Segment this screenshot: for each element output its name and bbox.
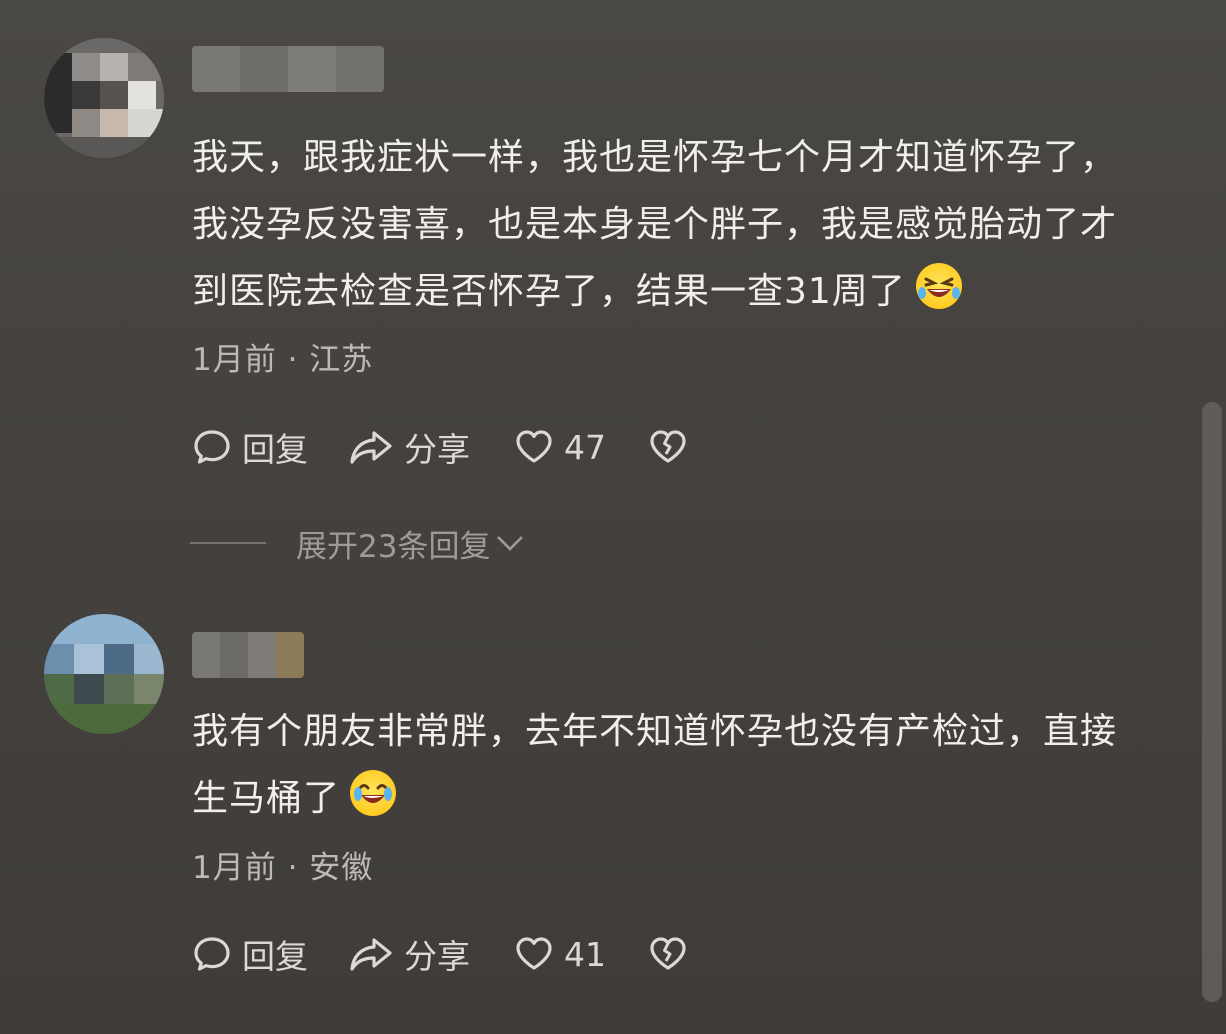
comment-text-line-content: 到医院去检查是否怀孕了，结果一查31周了	[192, 271, 906, 312]
comment-text-line: 我有个朋友非常胖，去年不知道怀孕也没有产检过，直接	[192, 711, 1118, 752]
heart-icon	[516, 430, 552, 463]
comment-text-line-content: 生马桶了	[192, 778, 341, 819]
broken-heart-icon	[650, 937, 686, 970]
like-count: 41	[564, 934, 606, 974]
heart-icon	[516, 937, 552, 970]
divider	[190, 542, 266, 544]
chat-bubble-icon	[194, 430, 230, 464]
reply-label: 回复	[242, 937, 308, 976]
dislike-button[interactable]	[648, 931, 688, 977]
reply-label: 回复	[242, 430, 308, 469]
comment-text: 我有个朋友非常胖，去年不知道怀孕也没有产检过，直接 生马桶了	[192, 698, 1182, 832]
username-blurred[interactable]	[192, 46, 384, 92]
comment-text-line: 我天，跟我症状一样，我也是怀孕七个月才知道怀孕了，	[192, 137, 1118, 178]
comment-meta: 1月前 · 安徽	[192, 850, 374, 886]
expand-replies-button[interactable]: 展开23条回复	[190, 520, 526, 566]
like-button[interactable]: 47	[514, 424, 648, 470]
comment-text-line: 到医院去检查是否怀孕了，结果一查31周了	[192, 258, 1182, 325]
chat-bubble-icon	[194, 937, 230, 971]
expand-replies-label: 展开23条回复	[296, 528, 491, 565]
share-arrow-icon	[350, 431, 392, 464]
scrollbar[interactable]	[1202, 402, 1222, 1002]
broken-heart-icon	[650, 430, 686, 463]
share-label: 分享	[404, 430, 470, 469]
share-arrow-icon	[350, 938, 392, 971]
reply-button[interactable]: 回复	[192, 931, 348, 977]
username-blurred[interactable]	[192, 632, 304, 678]
reply-button[interactable]: 回复	[192, 424, 348, 470]
share-button[interactable]: 分享	[348, 931, 514, 977]
like-count: 47	[564, 427, 606, 467]
chevron-down-icon	[497, 536, 524, 551]
comment-text: 我天，跟我症状一样，我也是怀孕七个月才知道怀孕了， 我没孕反没害喜，也是本身是个…	[192, 124, 1182, 325]
like-button[interactable]: 41	[514, 931, 648, 977]
comment-text-line: 我没孕反没害喜，也是本身是个胖子，我是感觉胎动了才	[192, 204, 1118, 245]
share-button[interactable]: 分享	[348, 424, 514, 470]
avatar[interactable]	[44, 614, 164, 734]
share-label: 分享	[404, 937, 470, 976]
rolling-laughing-emoji	[915, 263, 962, 309]
comment-actions: 回复 分享 47	[192, 424, 688, 470]
tears-of-joy-emoji	[350, 770, 397, 816]
comment-actions: 回复 分享 41	[192, 931, 688, 977]
avatar[interactable]	[44, 38, 164, 158]
dislike-button[interactable]	[648, 424, 688, 470]
comment-text-line: 生马桶了	[192, 765, 1182, 832]
comment-meta: 1月前 · 江苏	[192, 342, 374, 378]
